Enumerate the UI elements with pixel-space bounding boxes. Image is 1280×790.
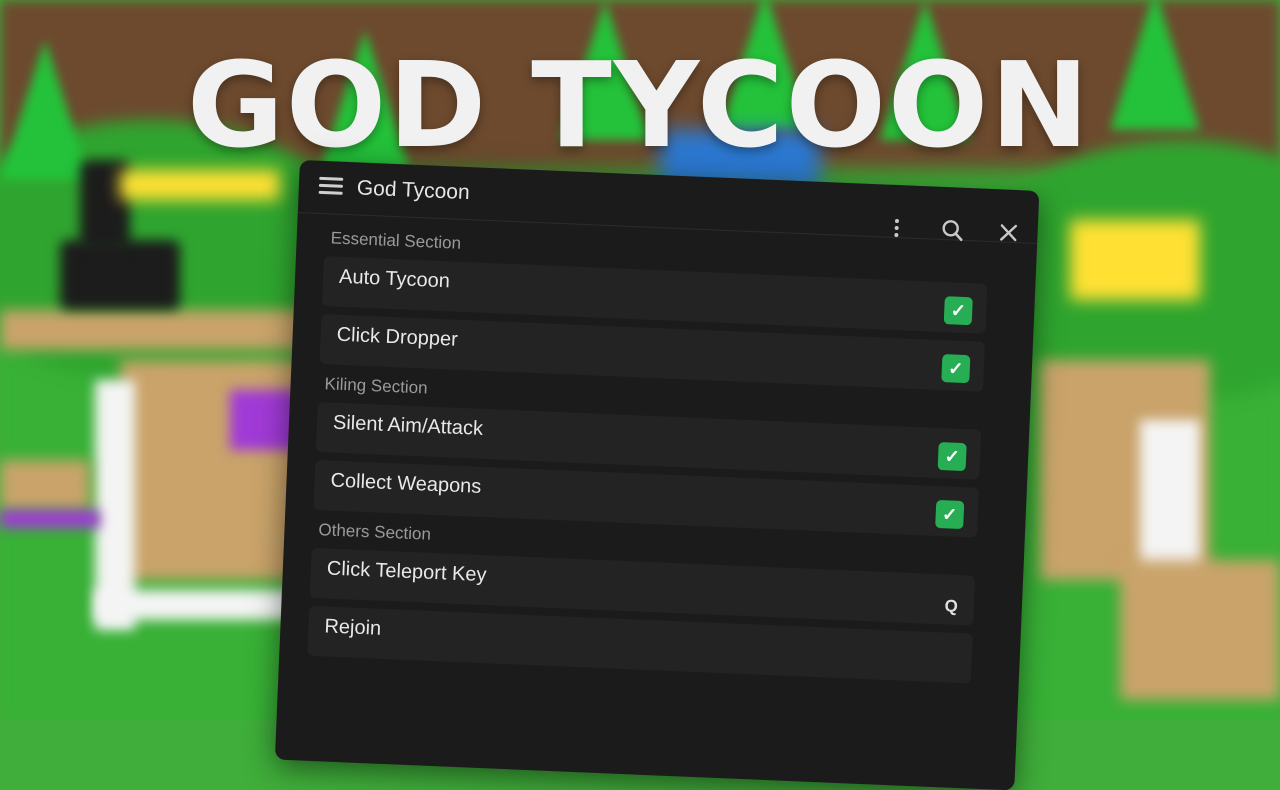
thumbnail-title: GOD TYCOON [187,36,1091,174]
window-content: Essential Section Auto Tycoon ✓ Click Dr… [279,213,1037,686]
search-icon[interactable] [939,217,966,244]
toggle-label: Auto Tycoon [338,265,451,293]
toggle-label: Silent Aim/Attack [332,411,484,440]
script-window: God Tycoon Essential Section Auto Tycoon… [274,160,1040,790]
toggle-label: Collect Weapons [330,469,482,498]
keybind-label: Click Teleport Key [326,557,487,587]
button-label: Rejoin [324,615,382,640]
checkbox-checked[interactable]: ✓ [935,499,965,530]
window-title: God Tycoon [356,176,471,205]
close-icon[interactable] [995,219,1022,246]
hamburger-menu-icon[interactable] [318,176,344,196]
checkbox-checked[interactable]: ✓ [937,441,967,472]
keybind-value[interactable]: Q [944,596,958,617]
checkbox-checked[interactable]: ✓ [941,354,971,384]
toggle-label: Click Dropper [336,323,459,351]
more-vertical-icon[interactable] [883,215,910,242]
checkbox-checked[interactable]: ✓ [943,296,973,326]
